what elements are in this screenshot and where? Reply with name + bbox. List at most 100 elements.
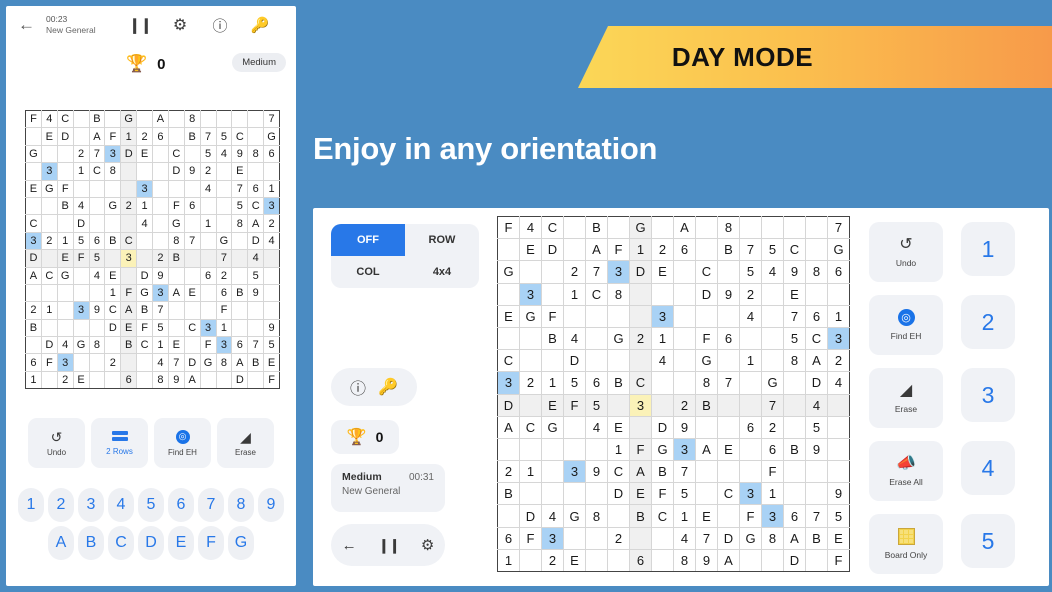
sudoku-cell[interactable]: A	[25, 266, 42, 285]
sudoku-cell[interactable]: 2	[827, 349, 850, 373]
sudoku-cell[interactable]: F	[497, 215, 520, 240]
sudoku-cell[interactable]: E	[56, 249, 74, 268]
sudoku-cell[interactable]	[152, 162, 169, 181]
sudoku-cell[interactable]: 6	[183, 196, 201, 216]
sudoku-cell[interactable]	[152, 214, 169, 233]
sudoku-cell[interactable]	[783, 460, 806, 484]
sudoku-cell[interactable]: G	[263, 127, 280, 146]
sudoku-cell[interactable]	[607, 504, 630, 528]
sudoku-cell[interactable]: 2	[120, 196, 138, 216]
sudoku-cell[interactable]: F	[40, 353, 58, 372]
sudoku-cell[interactable]: 7	[783, 304, 806, 328]
sudoku-cell[interactable]	[585, 304, 608, 328]
sudoku-cell[interactable]	[805, 215, 828, 240]
sudoku-cell[interactable]	[739, 460, 762, 484]
sudoku-cell[interactable]: 2	[72, 144, 90, 164]
sudoku-cell[interactable]	[56, 301, 74, 320]
phone-key-F[interactable]: F	[198, 526, 224, 560]
sudoku-cell[interactable]: 8	[805, 260, 828, 284]
sudoku-cell[interactable]	[183, 214, 201, 233]
sudoku-cell[interactable]: 2	[739, 282, 762, 306]
sudoku-cell[interactable]: 3	[827, 326, 850, 351]
sudoku-cell[interactable]	[585, 349, 608, 373]
sudoku-cell[interactable]: 1	[673, 504, 696, 528]
sudoku-cell[interactable]: G	[104, 196, 122, 216]
phone-tool-find[interactable]: ◎ Find EH	[154, 418, 211, 468]
sudoku-cell[interactable]: D	[56, 127, 74, 146]
sudoku-cell[interactable]: 5	[247, 266, 265, 285]
sudoku-cell[interactable]: 9	[673, 415, 696, 439]
sudoku-cell[interactable]: 1	[263, 179, 280, 198]
sudoku-cell[interactable]: G	[651, 437, 674, 462]
sudoku-cell[interactable]: E	[629, 482, 652, 506]
sudoku-cell[interactable]	[497, 437, 520, 462]
sudoku-cell[interactable]: 5	[72, 231, 90, 251]
sudoku-cell[interactable]: 7	[152, 301, 169, 320]
sudoku-cell[interactable]: E	[231, 162, 249, 181]
sudoku-cell[interactable]: 2	[25, 301, 42, 320]
sudoku-cell[interactable]: D	[497, 393, 520, 417]
sudoku-cell[interactable]: 4	[563, 326, 586, 351]
sudoku-cell[interactable]	[231, 231, 249, 251]
sudoku-cell[interactable]: 7	[247, 336, 265, 355]
sudoku-cell[interactable]: G	[629, 215, 652, 240]
sudoku-cell[interactable]: D	[519, 504, 542, 528]
sudoku-cell[interactable]: G	[199, 353, 217, 372]
sudoku-cell[interactable]: 1	[519, 460, 542, 484]
sudoku-cell[interactable]: C	[183, 318, 201, 338]
sudoku-cell[interactable]	[651, 282, 674, 306]
sudoku-cell[interactable]: 1	[40, 301, 58, 320]
phone-key-B[interactable]: B	[78, 526, 104, 560]
segment-col[interactable]: COL	[331, 256, 405, 288]
sudoku-cell[interactable]	[25, 283, 42, 303]
sudoku-cell[interactable]: F	[563, 393, 586, 417]
sudoku-cell[interactable]: E	[263, 353, 280, 372]
sudoku-cell[interactable]	[695, 304, 718, 328]
sudoku-cell[interactable]: E	[183, 283, 201, 303]
sudoku-cell[interactable]: 1	[761, 482, 784, 506]
sudoku-cell[interactable]: 3	[72, 301, 90, 320]
sudoku-cell[interactable]	[247, 162, 265, 181]
sudoku-cell[interactable]: 6	[199, 266, 217, 285]
sudoku-cell[interactable]	[805, 282, 828, 306]
sudoku-cell[interactable]: 5	[231, 196, 249, 216]
sudoku-cell[interactable]	[88, 370, 106, 390]
sudoku-cell[interactable]	[673, 371, 696, 395]
sudoku-cell[interactable]: 7	[263, 109, 280, 129]
sudoku-cell[interactable]	[104, 370, 122, 390]
sudoku-cell[interactable]	[231, 266, 249, 285]
sudoku-cell[interactable]	[673, 349, 696, 373]
sudoku-cell[interactable]: F	[215, 301, 233, 320]
sudoku-cell[interactable]: 1	[152, 336, 169, 355]
sudoku-cell[interactable]	[136, 249, 153, 268]
sudoku-cell[interactable]: A	[152, 109, 169, 129]
sudoku-cell[interactable]: 2	[563, 260, 586, 284]
sudoku-cell[interactable]: B	[783, 437, 806, 462]
sudoku-cell[interactable]: 3	[152, 283, 169, 303]
sudoku-cell[interactable]: 7	[761, 393, 784, 417]
sudoku-cell[interactable]: B	[541, 326, 564, 351]
phone-key-3[interactable]: 3	[78, 488, 104, 522]
sudoku-cell[interactable]: E	[717, 437, 740, 462]
sudoku-cell[interactable]	[120, 162, 138, 181]
sudoku-cell[interactable]: B	[25, 318, 42, 338]
sudoku-cell[interactable]: B	[136, 301, 153, 320]
sudoku-cell[interactable]: B	[231, 283, 249, 303]
sudoku-cell[interactable]	[695, 415, 718, 439]
sudoku-cell[interactable]: 5	[805, 415, 828, 439]
sudoku-cell[interactable]	[783, 415, 806, 439]
sudoku-cell[interactable]: 1	[739, 349, 762, 373]
sudoku-cell[interactable]	[827, 415, 850, 439]
sudoku-cell[interactable]	[167, 266, 185, 285]
sudoku-cell[interactable]: B	[497, 482, 520, 506]
sudoku-cell[interactable]: F	[72, 249, 90, 268]
phone-difficulty-badge[interactable]: Medium	[232, 53, 286, 72]
sudoku-cell[interactable]: 6	[783, 504, 806, 528]
sudoku-cell[interactable]: 8	[167, 231, 185, 251]
sudoku-cell[interactable]: E	[519, 238, 542, 262]
sudoku-cell[interactable]: D	[805, 371, 828, 395]
tablet-key-1[interactable]: 1	[961, 222, 1015, 276]
sudoku-cell[interactable]: D	[104, 318, 122, 338]
sudoku-cell[interactable]	[717, 504, 740, 528]
sudoku-cell[interactable]: 4	[739, 304, 762, 328]
